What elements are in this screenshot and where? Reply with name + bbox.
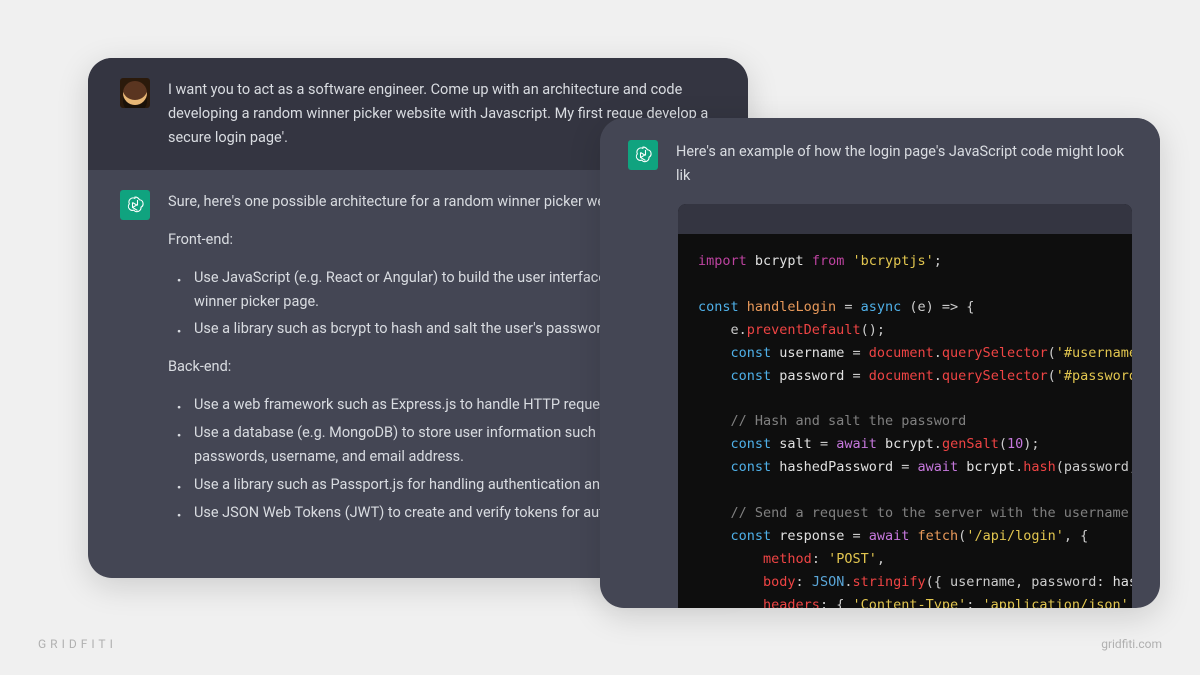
assistant-code-intro: Here's an example of how the login page'… <box>676 140 1132 188</box>
user-avatar <box>120 78 150 108</box>
code-block: import bcrypt from 'bcryptjs'; const han… <box>678 204 1132 608</box>
chat-panel-right: Here's an example of how the login page'… <box>600 118 1160 608</box>
chatgpt-icon <box>120 190 150 220</box>
chatgpt-icon <box>628 140 658 170</box>
assistant-message-right: Here's an example of how the login page'… <box>600 118 1160 204</box>
code-block-header <box>678 204 1132 234</box>
code-content: import bcrypt from 'bcryptjs'; const han… <box>678 234 1132 608</box>
brand-url: gridfiti.com <box>1101 637 1162 651</box>
brand-logo: GRIDFITI <box>38 637 117 651</box>
